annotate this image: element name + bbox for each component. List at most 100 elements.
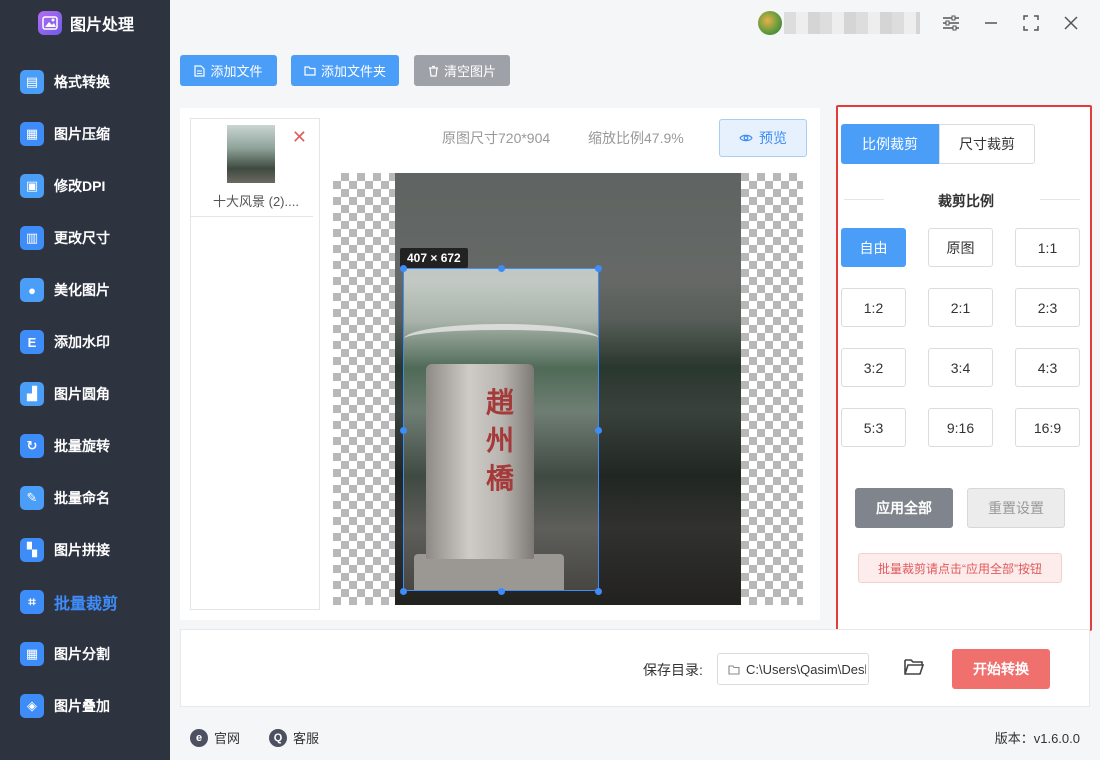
sidebar-item-5[interactable]: E 添加水印 (0, 316, 170, 368)
ratio-option-10[interactable]: 9:16 (928, 408, 993, 447)
add-file-label: 添加文件 (210, 64, 263, 79)
ratio-option-4[interactable]: 2:1 (928, 288, 993, 327)
website-icon: e (190, 728, 208, 747)
maximize-icon[interactable] (1020, 12, 1042, 34)
ratio-option-7[interactable]: 3:4 (928, 348, 993, 387)
stele-base (414, 554, 564, 590)
ratio-option-2[interactable]: 1:1 (1015, 228, 1080, 267)
settings-sliders-icon[interactable] (940, 12, 962, 34)
crop-handle-top[interactable] (498, 265, 505, 272)
close-icon[interactable] (1060, 12, 1082, 34)
eye-icon (739, 134, 753, 142)
crop-dimension-tag: 407 × 672 (400, 248, 468, 268)
sidebar-item-label: 格式转换 (54, 74, 110, 90)
crop-canvas[interactable]: 趙州橋 407 × 672 (333, 173, 803, 605)
start-convert-button[interactable]: 开始转换 (952, 649, 1050, 689)
ratio-option-8[interactable]: 4:3 (1015, 348, 1080, 387)
crop-handle-bottom[interactable] (498, 588, 505, 595)
save-dir-input[interactable] (746, 661, 866, 677)
apply-all-button[interactable]: 应用全部 (855, 488, 953, 528)
sidebar-item-11[interactable]: ▦ 图片分割 (0, 628, 170, 680)
tab-size-crop[interactable]: 尺寸裁剪 (939, 124, 1035, 164)
sidebar-item-10[interactable]: ⌗ 批量裁剪 (0, 576, 170, 628)
crop-handle-top-right[interactable] (595, 265, 602, 272)
watermark-icon: E (20, 330, 44, 354)
stitch-icon: ▚ (20, 538, 44, 562)
save-dir-label: 保存目录: (643, 662, 703, 678)
sidebar-item-6[interactable]: ▟ 图片圆角 (0, 368, 170, 420)
folder-icon (304, 66, 316, 76)
ratio-option-11[interactable]: 16:9 (1015, 408, 1080, 447)
support-label: 客服 (293, 731, 320, 746)
crop-settings-panel: 比例裁剪 尺寸裁剪 裁剪比例 自由 原图 1:1 1:2 2:1 2:3 3:2 3:4 4:3… (836, 105, 1092, 631)
sidebar-item-label: 添加水印 (54, 334, 110, 350)
sidebar-item-12[interactable]: ◈ 图片叠加 (0, 680, 170, 732)
support-link[interactable]: Q 客服 (269, 728, 319, 747)
sidebar-item-0[interactable]: ▤ 格式转换 (0, 56, 170, 108)
ratio-option-1[interactable]: 原图 (928, 228, 993, 267)
compress-icon: ▦ (20, 122, 44, 146)
minimize-icon[interactable] (980, 12, 1002, 34)
ratio-option-5[interactable]: 2:3 (1015, 288, 1080, 327)
add-file-button[interactable]: 添加文件 (180, 55, 277, 86)
rotate-icon: ↻ (20, 434, 44, 458)
crop-handle-bottom-left[interactable] (400, 588, 407, 595)
sidebar-item-3[interactable]: ▥ 更改尺寸 (0, 212, 170, 264)
app-logo-icon (38, 11, 62, 35)
crop-selection[interactable]: 趙州橋 (403, 268, 599, 591)
add-folder-button[interactable]: 添加文件夹 (291, 55, 399, 86)
sidebar-item-label: 修改DPI (54, 178, 106, 194)
app-brand: 图片处理 (38, 10, 134, 36)
crop-handle-right[interactable] (595, 427, 602, 434)
stele-inscription: 趙州橋 (486, 386, 515, 495)
crop-handle-bottom-right[interactable] (595, 588, 602, 595)
app-title: 图片处理 (70, 17, 135, 34)
browse-folder-icon[interactable] (903, 657, 927, 681)
title-bar (170, 0, 1100, 46)
clear-images-label: 清空图片 (443, 64, 496, 79)
rename-icon: ✎ (20, 486, 44, 510)
sidebar-item-1[interactable]: ▦ 图片压缩 (0, 108, 170, 160)
sidebar: 图片处理 ▤ 格式转换 ▦ 图片压缩 ▣ 修改DPI ▥ 更改尺寸 ● 美化图片 E 添加水印 ▟ 图片圆… (0, 0, 170, 760)
user-name-blurred[interactable] (784, 12, 920, 34)
sidebar-item-label: 批量裁剪 (54, 596, 119, 613)
ratio-option-0[interactable]: 自由 (841, 228, 906, 267)
sidebar-item-label: 批量命名 (54, 490, 110, 506)
sidebar-item-7[interactable]: ↻ 批量旋转 (0, 420, 170, 472)
sidebar-item-4[interactable]: ● 美化图片 (0, 264, 170, 316)
user-avatar[interactable] (758, 11, 782, 35)
ratio-option-9[interactable]: 5:3 (841, 408, 906, 447)
tab-ratio-crop[interactable]: 比例裁剪 (841, 124, 939, 164)
sidebar-item-label: 图片圆角 (54, 386, 110, 402)
file-icon (194, 64, 206, 77)
ratio-option-3[interactable]: 1:2 (841, 288, 906, 327)
clear-images-button[interactable]: 清空图片 (414, 55, 510, 86)
website-link[interactable]: e 官网 (190, 728, 240, 747)
sidebar-item-label: 图片叠加 (54, 698, 110, 714)
trash-icon (428, 65, 438, 77)
sidebar-item-9[interactable]: ▚ 图片拼接 (0, 524, 170, 576)
sidebar-item-8[interactable]: ✎ 批量命名 (0, 472, 170, 524)
reset-settings-button[interactable]: 重置设置 (967, 488, 1065, 528)
split-icon: ▦ (20, 642, 44, 666)
file-thumbnail[interactable] (227, 125, 275, 183)
crop-handle-top-left[interactable] (400, 265, 407, 272)
file-list: ✕ 十大风景 (2).... (190, 118, 320, 610)
sidebar-item-label: 更改尺寸 (54, 230, 110, 246)
sidebar-item-label: 美化图片 (54, 282, 110, 298)
dpi-icon: ▣ (20, 174, 44, 198)
original-size-text: 原图尺寸720*904 (442, 130, 551, 146)
output-bar: 保存目录: 开始转换 (180, 629, 1090, 707)
save-dir-field[interactable] (717, 653, 869, 685)
remove-file-icon[interactable]: ✕ (292, 127, 307, 148)
ratio-option-6[interactable]: 3:2 (841, 348, 906, 387)
crop-handle-left[interactable] (400, 427, 407, 434)
sidebar-item-label: 批量旋转 (54, 438, 110, 454)
section-divider-right (1040, 199, 1080, 200)
crop-ratio-title: 裁剪比例 (938, 193, 994, 209)
sidebar-item-2[interactable]: ▣ 修改DPI (0, 160, 170, 212)
resize-icon: ▥ (20, 226, 44, 250)
folder-small-icon (728, 664, 740, 675)
preview-button[interactable]: 预览 (719, 119, 807, 157)
main-panel: ✕ 十大风景 (2).... 原图尺寸720*904 缩放比例47.9% 预览 … (180, 108, 820, 620)
